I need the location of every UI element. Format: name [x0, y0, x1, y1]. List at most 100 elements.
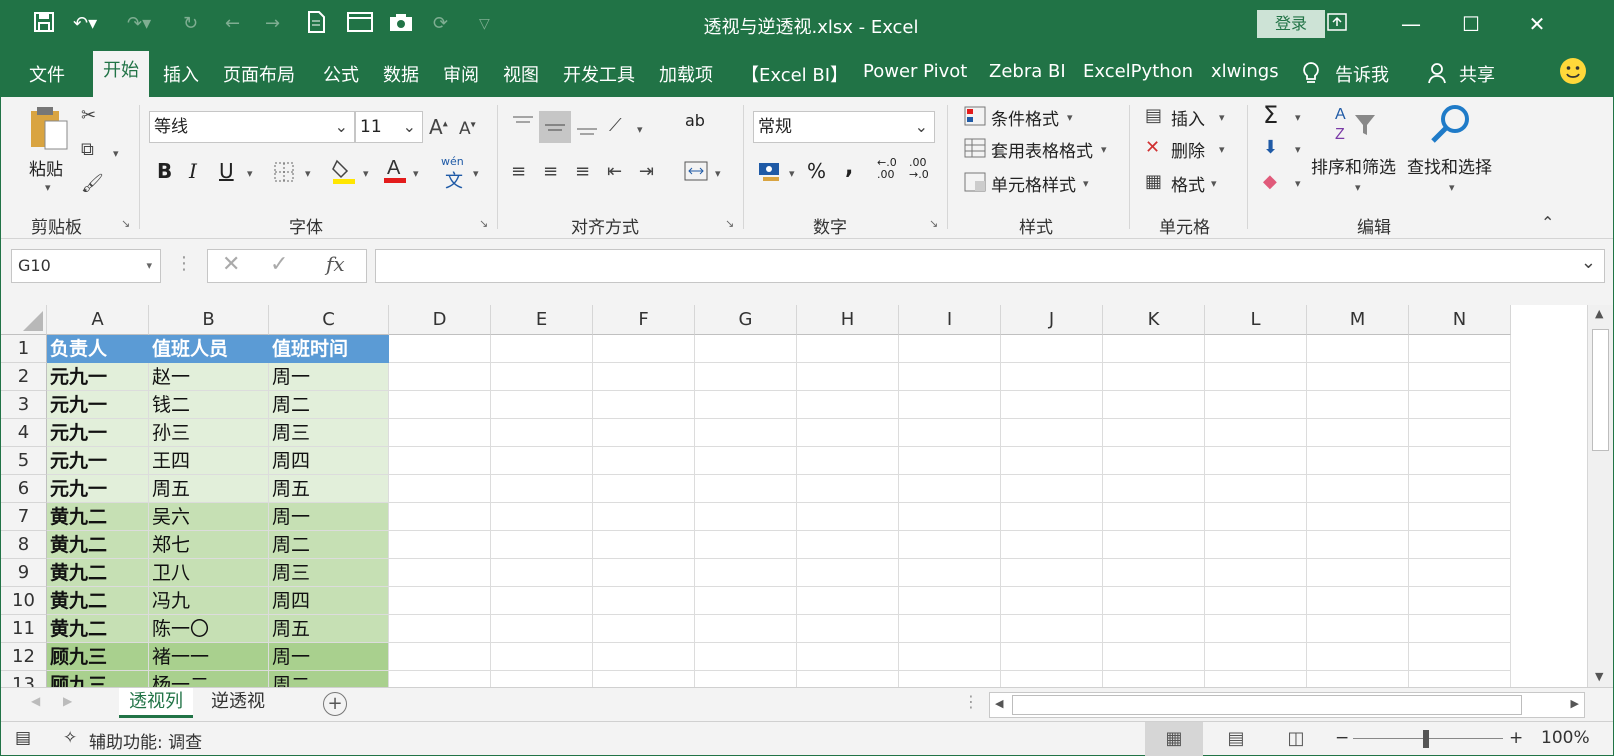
column-header[interactable]: K: [1103, 305, 1205, 335]
table-cell[interactable]: 陈一〇: [149, 615, 269, 643]
cell-styles-dropdown-icon[interactable]: ▾: [1083, 177, 1089, 190]
empty-cell[interactable]: [1001, 587, 1103, 615]
format-dropdown-icon[interactable]: ▾: [1211, 177, 1217, 190]
header-cell[interactable]: 值班时间: [269, 335, 389, 363]
table-cell[interactable]: 周一: [269, 643, 389, 671]
empty-cell[interactable]: [593, 587, 695, 615]
empty-cell[interactable]: [491, 391, 593, 419]
table-cell[interactable]: 元九一: [47, 363, 149, 391]
zoom-out-icon[interactable]: −: [1335, 728, 1349, 748]
empty-cell[interactable]: [899, 531, 1001, 559]
merge-center-icon[interactable]: [683, 159, 709, 188]
empty-cell[interactable]: [1103, 475, 1205, 503]
empty-cell[interactable]: [797, 643, 899, 671]
empty-cell[interactable]: [1001, 503, 1103, 531]
empty-cell[interactable]: [593, 363, 695, 391]
empty-cell[interactable]: [1307, 643, 1409, 671]
table-cell[interactable]: 黄九二: [47, 559, 149, 587]
empty-cell[interactable]: [1103, 391, 1205, 419]
vertical-scroll-thumb[interactable]: [1592, 329, 1609, 451]
table-cell[interactable]: 元九一: [47, 419, 149, 447]
empty-cell[interactable]: [491, 671, 593, 687]
expand-formula-icon[interactable]: ⌄: [1581, 252, 1596, 273]
underline-dropdown-icon[interactable]: ▾: [247, 167, 253, 180]
tab-home[interactable]: 开始: [93, 51, 149, 97]
empty-cell[interactable]: [593, 419, 695, 447]
empty-cell[interactable]: [1001, 615, 1103, 643]
tab-review[interactable]: 审阅: [443, 61, 479, 87]
undo-icon[interactable]: ↶▾: [73, 11, 97, 37]
table-cell[interactable]: 周五: [269, 615, 389, 643]
empty-cell[interactable]: [1205, 559, 1307, 587]
decrease-indent-icon[interactable]: ⇤: [607, 161, 622, 182]
tab-data[interactable]: 数据: [383, 61, 419, 87]
back-icon[interactable]: ←: [225, 11, 240, 37]
format-painter-icon[interactable]: 🖌: [81, 173, 104, 194]
table-cell[interactable]: 王四: [149, 447, 269, 475]
empty-cell[interactable]: [899, 335, 1001, 363]
empty-cell[interactable]: [797, 419, 899, 447]
empty-cell[interactable]: [1307, 475, 1409, 503]
zoom-level[interactable]: 100%: [1541, 728, 1590, 748]
add-sheet-icon[interactable]: +: [323, 692, 347, 716]
column-header[interactable]: M: [1307, 305, 1409, 335]
empty-cell[interactable]: [389, 587, 491, 615]
empty-cell[interactable]: [1409, 559, 1511, 587]
user-icon[interactable]: [1427, 61, 1449, 90]
empty-cell[interactable]: [1103, 587, 1205, 615]
align-right-icon[interactable]: ≡: [575, 161, 590, 182]
empty-cell[interactable]: [899, 671, 1001, 687]
empty-cell[interactable]: [389, 447, 491, 475]
empty-cell[interactable]: [1103, 615, 1205, 643]
empty-cell[interactable]: [797, 559, 899, 587]
empty-cell[interactable]: [797, 447, 899, 475]
empty-cell[interactable]: [389, 391, 491, 419]
sort-dropdown-icon[interactable]: ▾: [1355, 181, 1361, 194]
tab-formulas[interactable]: 公式: [323, 61, 359, 87]
column-header[interactable]: G: [695, 305, 797, 335]
empty-cell[interactable]: [1205, 531, 1307, 559]
header-cell[interactable]: 负责人: [47, 335, 149, 363]
empty-cell[interactable]: [1307, 335, 1409, 363]
empty-cell[interactable]: [593, 671, 695, 687]
align-top-icon[interactable]: [511, 113, 535, 138]
table-cell[interactable]: 周三: [269, 559, 389, 587]
empty-cell[interactable]: [1103, 447, 1205, 475]
collapse-ribbon-icon[interactable]: ⌃: [1541, 213, 1554, 232]
row-header[interactable]: 10: [1, 587, 47, 615]
next-sheet-icon[interactable]: ▶: [63, 694, 72, 708]
insert-dropdown-icon[interactable]: ▾: [1219, 111, 1225, 124]
column-header[interactable]: A: [47, 305, 149, 335]
empty-cell[interactable]: [389, 419, 491, 447]
accounting-dropdown-icon[interactable]: ▾: [789, 167, 795, 180]
table-dropdown-icon[interactable]: ▾: [1101, 143, 1107, 156]
empty-cell[interactable]: [491, 531, 593, 559]
row-header[interactable]: 2: [1, 363, 47, 391]
empty-cell[interactable]: [1103, 419, 1205, 447]
tab-excel-bi[interactable]: 【Excel BI】: [741, 61, 848, 87]
delete-cells-icon[interactable]: ✕: [1145, 137, 1160, 158]
increase-indent-icon[interactable]: ⇥: [639, 161, 654, 182]
scroll-down-icon[interactable]: ▼: [1595, 670, 1603, 683]
empty-cell[interactable]: [899, 475, 1001, 503]
number-format-combo[interactable]: 常规 ⌄: [753, 111, 935, 143]
empty-cell[interactable]: [797, 587, 899, 615]
name-box[interactable]: G10 ▾: [11, 249, 161, 283]
empty-cell[interactable]: [1001, 335, 1103, 363]
clear-icon[interactable]: ◆: [1263, 171, 1277, 192]
autosum-dropdown-icon[interactable]: ▾: [1295, 111, 1301, 124]
paste-icon[interactable]: [27, 105, 71, 158]
tab-page-layout[interactable]: 页面布局: [223, 61, 295, 87]
table-cell[interactable]: 元九一: [47, 447, 149, 475]
empty-cell[interactable]: [491, 363, 593, 391]
empty-cell[interactable]: [491, 447, 593, 475]
table-cell[interactable]: 冯九: [149, 587, 269, 615]
fill-icon[interactable]: ⬇: [1263, 137, 1278, 158]
italic-button[interactable]: I: [189, 159, 197, 183]
refresh-icon[interactable]: ↻: [183, 11, 198, 37]
table-cell[interactable]: 顾九三: [47, 671, 149, 687]
row-header[interactable]: 11: [1, 615, 47, 643]
table-cell[interactable]: 周二: [269, 391, 389, 419]
empty-cell[interactable]: [1205, 475, 1307, 503]
tab-excelpython[interactable]: ExcelPython: [1083, 61, 1193, 82]
